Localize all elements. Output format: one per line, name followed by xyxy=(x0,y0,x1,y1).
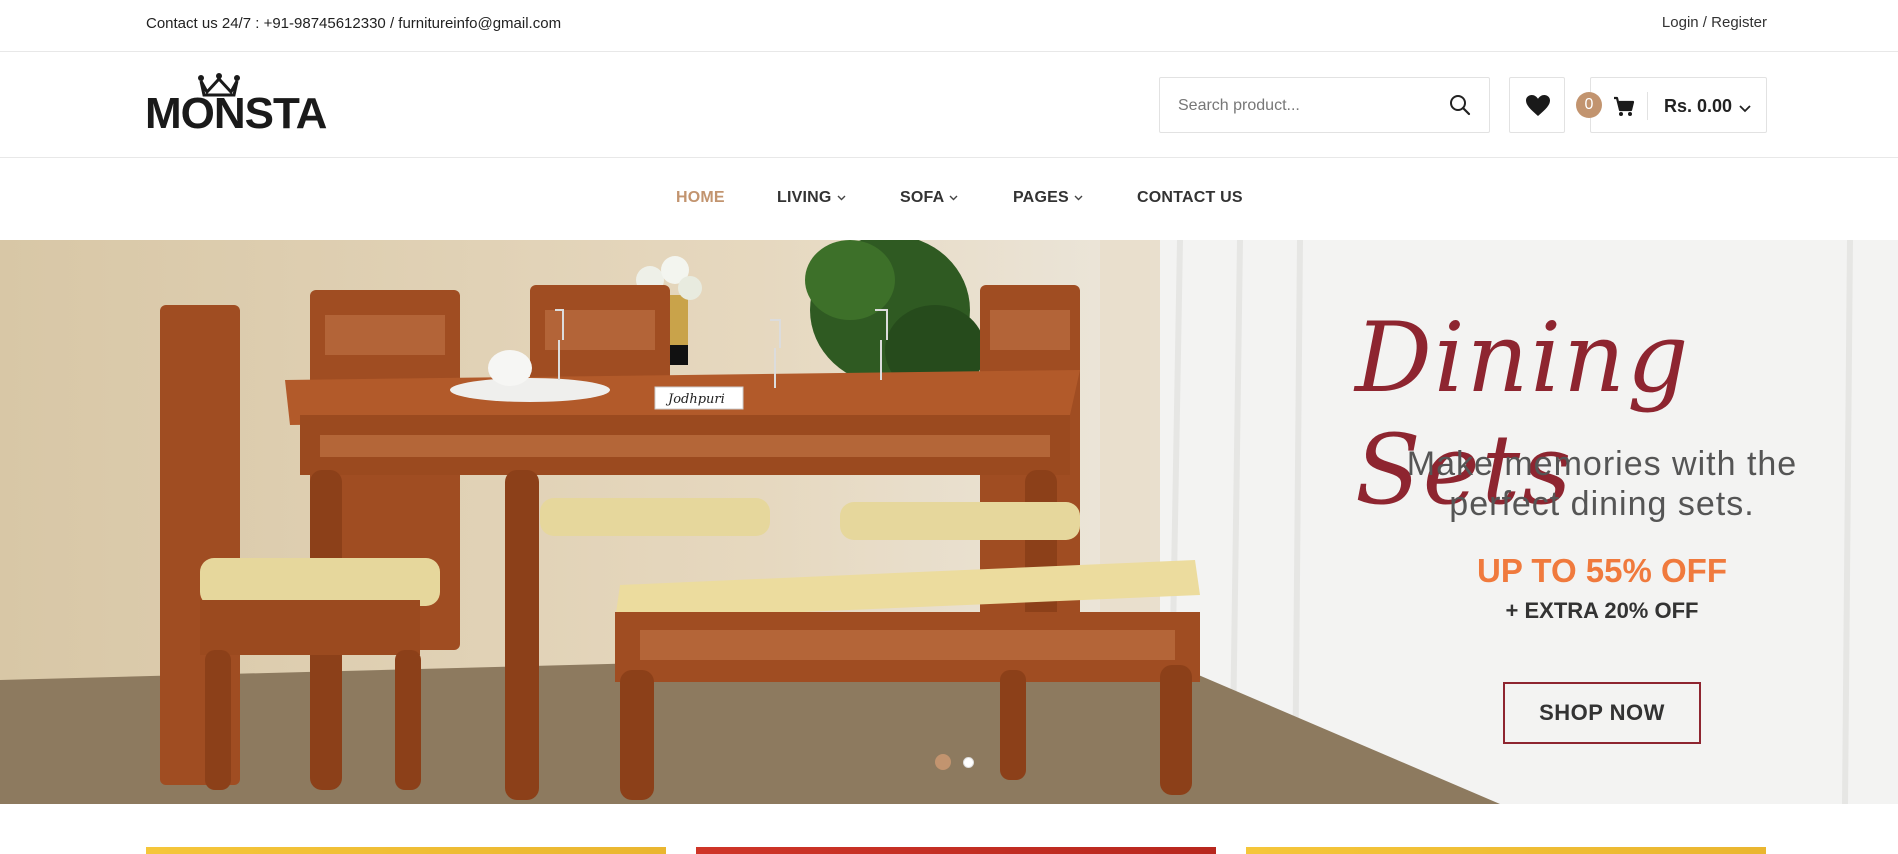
cart-count-badge: 0 xyxy=(1576,92,1602,118)
nav-item-contact-us[interactable]: CONTACT US xyxy=(1137,189,1243,207)
svg-text:Jodhpuri: Jodhpuri xyxy=(665,392,725,407)
category-banner[interactable] xyxy=(146,847,666,854)
hero-offer: UP TO 55% OFF xyxy=(1476,552,1727,589)
search-icon[interactable] xyxy=(1449,94,1471,116)
nav-item-sofa[interactable]: SOFA xyxy=(900,189,958,207)
hero-extra-offer: + EXTRA 20% OFF xyxy=(1505,598,1699,623)
search-input[interactable] xyxy=(1178,94,1448,118)
auth-links: Login / Register xyxy=(1662,14,1767,31)
slider-dot-2[interactable] xyxy=(963,757,974,768)
cart-total: Rs. 0.00 xyxy=(1664,96,1733,116)
chevron-down-icon xyxy=(837,195,846,201)
chevron-down-icon xyxy=(1074,195,1083,201)
search-box xyxy=(1159,77,1490,133)
main-nav: HOME LIVING SOFA PAGES CONTACT US xyxy=(0,159,1898,239)
slider-dot-1[interactable] xyxy=(935,754,951,770)
contact-info: Contact us 24/7 : +91-98745612330 / furn… xyxy=(146,15,562,32)
wishlist-button[interactable] xyxy=(1509,77,1565,133)
site-header: MONSTA 0 Rs. 0.00 xyxy=(0,52,1898,158)
nav-item-pages[interactable]: PAGES xyxy=(1013,189,1083,207)
top-bar: Contact us 24/7 : +91-98745612330 / furn… xyxy=(0,0,1898,52)
login-link[interactable]: Login xyxy=(1662,14,1699,31)
chevron-down-icon xyxy=(1739,100,1751,118)
heart-icon xyxy=(1526,95,1550,116)
svg-text:MONSTA: MONSTA xyxy=(145,89,327,132)
register-link[interactable]: Register xyxy=(1711,14,1767,31)
chevron-down-icon xyxy=(949,195,958,201)
category-banner[interactable] xyxy=(696,847,1216,854)
cart-icon xyxy=(1613,96,1635,123)
nav-item-home[interactable]: HOME xyxy=(676,189,725,207)
cart-button[interactable]: 0 Rs. 0.00 xyxy=(1576,77,1767,133)
site-logo[interactable]: MONSTA xyxy=(145,72,345,138)
category-banner[interactable] xyxy=(1246,847,1766,854)
nav-item-living[interactable]: LIVING xyxy=(777,189,846,207)
auth-separator: / xyxy=(1698,14,1712,31)
hero-subtitle: Make memories with the perfect dining se… xyxy=(1406,445,1798,523)
hero-slider[interactable]: Jodhpuri Dining Sets Make memories with … xyxy=(0,240,1898,804)
cart-divider xyxy=(1647,92,1648,120)
shop-now-button[interactable]: SHOP NOW xyxy=(1503,682,1701,744)
